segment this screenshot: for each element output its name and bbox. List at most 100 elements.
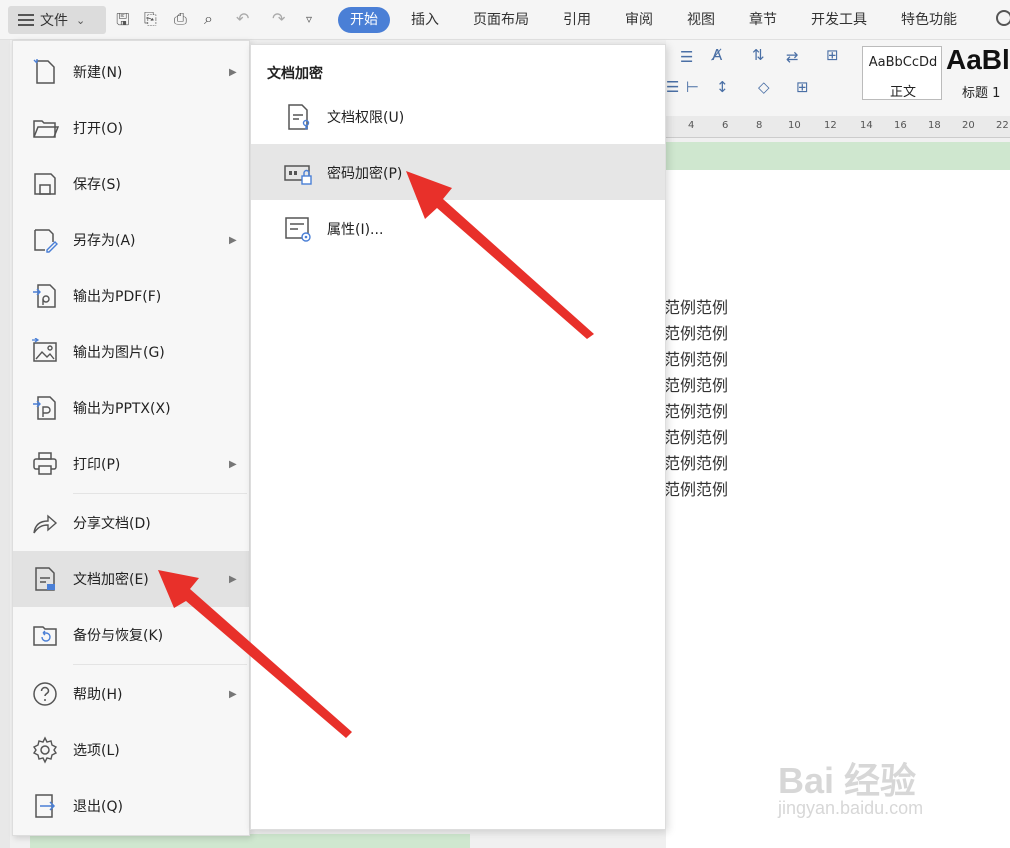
submenu-item-properties[interactable]: 属性(I)... [251,200,665,256]
submenu-item-label: 密码加密(P) [327,166,403,182]
menu-item-print[interactable]: 打印(P) ▶ [13,436,249,492]
menu-item-open[interactable]: 打开(O) [13,100,249,156]
properties-icon [285,217,311,242]
tab-section[interactable]: 章节 [732,7,794,33]
document-text-line: 范例范例 [664,402,729,421]
menu-item-export-pdf[interactable]: 输出为PDF(F) [13,268,249,324]
table-border-icon[interactable]: ⊞ [796,78,809,96]
search-icon[interactable] [996,10,1010,26]
style-heading-name: 标题 1 [962,86,1001,101]
ruler-tick: 18 [928,120,941,131]
line-spacing-icon[interactable]: ↕ [716,78,729,96]
ruler[interactable]: 4 6 8 10 12 14 16 18 20 22 [666,116,1010,138]
menu-item-label: 选项(L) [73,743,120,759]
export-pdf-icon [33,284,56,308]
menu-item-label: 文档加密(E) [73,572,149,588]
submenu-item-doc-permission[interactable]: 文档权限(U) [251,88,665,144]
tab-insert[interactable]: 插入 [394,7,456,33]
menu-item-label: 打印(P) [73,457,121,473]
save-as-icon [34,229,58,253]
style-normal-preview: AaBbCcDd [868,55,938,70]
export-icon[interactable]: ⎘ [144,9,157,29]
sort-icon[interactable]: ⇅ [752,46,765,64]
ruler-tick: 16 [894,120,907,131]
quick-access-more-icon[interactable]: ▿ [306,12,312,26]
menu-item-help[interactable]: 帮助(H) ▶ [13,666,249,722]
style-normal-name: 正文 [889,85,916,100]
menu-item-label: 输出为PPTX(X) [73,401,171,417]
tab-developer[interactable]: 开发工具 [794,7,884,33]
menu-item-options[interactable]: 选项(L) [13,722,249,778]
align-icon[interactable]: ☰ [680,48,693,66]
backup-restore-icon [33,626,57,646]
menu-item-save[interactable]: 保存(S) [13,156,249,212]
menu-item-label: 分享文档(D) [73,516,151,532]
page-margin-band [30,834,470,848]
indent-icon[interactable]: ⇄ [786,48,799,66]
ruler-tick: 14 [860,120,873,131]
shading-icon[interactable]: ◇ [758,78,770,96]
menu-item-label: 另存为(A) [73,233,136,249]
undo-icon[interactable]: ↶ [236,9,249,28]
borders-icon[interactable]: ⊞ [826,46,839,64]
print-icon [33,452,57,475]
menu-item-new[interactable]: 新建(N) ▶ [13,44,249,100]
tab-review[interactable]: 审阅 [608,7,670,33]
doc-encrypt-submenu: 文档加密 文档权限(U) 密码加密(P) 属性(I)... [250,44,666,830]
menu-item-label: 退出(Q) [73,799,123,815]
menu-item-label: 打开(O) [73,121,123,137]
ruler-tick: 8 [756,120,763,131]
document-text-line: 范例范例 [664,350,729,369]
submenu-arrow-icon: ▶ [229,688,237,700]
save-icon [34,173,56,195]
help-icon [33,682,57,706]
file-menu: 新建(N) ▶ 打开(O) 保存(S) 另存为(A) ▶ 输出为PDF(F) 输… [12,40,250,836]
menu-item-save-as[interactable]: 另存为(A) ▶ [13,212,249,268]
print-preview-icon[interactable]: ⌕ [204,9,213,29]
submenu-title: 文档加密 [267,66,323,82]
page-margin-band [666,142,1010,170]
gear-icon [32,736,58,764]
doc-permission-icon [288,104,310,130]
style-heading-preview[interactable]: AaBl [946,44,1010,76]
document-text-line: 范例范例 [664,376,729,395]
save-icon[interactable]: 🖫 [116,9,130,36]
menu-item-doc-encrypt[interactable]: 文档加密(E) ▶ [13,551,249,607]
distribute-icon[interactable]: ⊢ [686,78,699,96]
menu-item-exit[interactable]: 退出(Q) [13,778,249,834]
vertical-ruler [0,40,10,848]
watermark-url: jingyan.baidu.com [778,798,924,818]
new-doc-icon [33,59,55,84]
tab-page-layout[interactable]: 页面布局 [456,7,546,33]
document-text-line: 范例范例 [664,298,729,317]
tab-special[interactable]: 特色功能 [884,7,974,33]
folder-open-icon [33,120,59,138]
document-text-line: 范例范例 [664,480,729,499]
ruler-tick: 10 [788,120,801,131]
print-icon[interactable]: ⎙ [174,9,187,29]
menu-item-label: 保存(S) [73,177,121,193]
style-normal[interactable]: AaBbCcDd 正文 [862,46,942,100]
menu-item-export-pptx[interactable]: 输出为PPTX(X) [13,380,249,436]
ruler-tick: 22 [996,120,1009,131]
password-encrypt-icon [284,165,312,185]
redo-icon[interactable]: ↷ [272,9,285,28]
menu-item-backup-restore[interactable]: 备份与恢复(K) [13,607,249,663]
menu-item-export-image[interactable]: 输出为图片(G) [13,324,249,380]
menu-item-label: 输出为PDF(F) [73,289,162,305]
menu-item-share[interactable]: 分享文档(D) [13,495,249,551]
tab-references[interactable]: 引用 [546,7,608,33]
chevron-down-icon: ⌄ [76,13,86,27]
menu-bar: 文件 ⌄ 🖫 ⎘ ⎙ ⌕ ↶ ↷ ▿ 开始 插入 页面布局 引用 审阅 视图 章… [0,0,1010,40]
justify-icon[interactable]: ☰ [666,78,679,96]
file-menu-button[interactable]: 文件 ⌄ [8,6,106,34]
document-text-line: 范例范例 [664,324,729,343]
font-size-icon[interactable]: A̸ [712,46,722,64]
ruler-tick: 20 [962,120,975,131]
tab-home[interactable]: 开始 [338,7,390,33]
document-page[interactable] [666,170,1010,848]
watermark-brand: Bai 经验 [778,760,917,801]
hamburger-icon [18,14,34,26]
submenu-item-password-encrypt[interactable]: 密码加密(P) [251,144,665,200]
tab-view[interactable]: 视图 [670,7,732,33]
